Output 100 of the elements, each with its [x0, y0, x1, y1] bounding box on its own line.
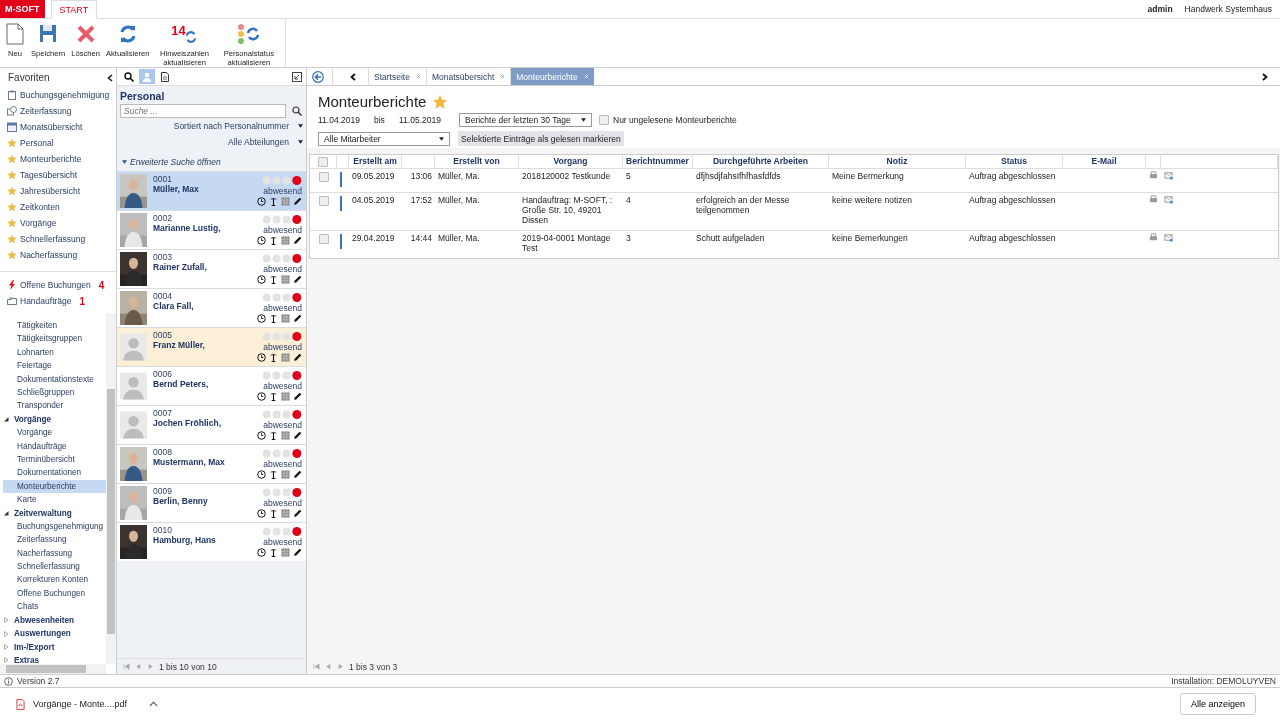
- mark-read-button[interactable]: Selektierte Einträge als gelesen markieren: [458, 131, 624, 146]
- scrollbar[interactable]: [0, 664, 106, 674]
- row-checkbox[interactable]: [318, 234, 329, 244]
- column-header[interactable]: Status: [966, 155, 1063, 168]
- scroll-left-icon[interactable]: [350, 72, 356, 81]
- sidebar-link[interactable]: Handaufträge: [20, 296, 72, 306]
- favorite-link[interactable]: Nacherfassung: [20, 250, 78, 260]
- tree-item[interactable]: Terminübersicht: [3, 452, 106, 467]
- download-item[interactable]: Vorgänge - Monte....pdf: [10, 693, 134, 715]
- department-dropdown[interactable]: Alle Abteilungen: [228, 137, 289, 147]
- calendar-icon[interactable]: [281, 236, 290, 245]
- tree-item[interactable]: Lohnarten: [3, 345, 106, 360]
- pencil-icon[interactable]: [293, 548, 302, 557]
- tree-item[interactable]: Tätigkeitsgruppen: [3, 332, 106, 346]
- personnel-card[interactable]: 0009 Berlin, Benny abwesend: [117, 483, 306, 522]
- scrollbar[interactable]: [106, 313, 116, 664]
- ribbon-tab[interactable]: START: [50, 0, 98, 19]
- checkbox[interactable]: [599, 114, 609, 125]
- pencil-icon[interactable]: [293, 509, 302, 518]
- tree-item[interactable]: Monteurberichte: [3, 479, 106, 494]
- date-to[interactable]: 11.05.2019: [399, 114, 459, 125]
- info-icon[interactable]: [4, 676, 13, 686]
- tree-item[interactable]: Karte: [3, 493, 106, 507]
- row-checkbox[interactable]: [318, 196, 329, 206]
- tree-item[interactable]: Offene Buchungen: [3, 586, 106, 601]
- caret-up-icon[interactable]: [149, 701, 159, 707]
- personnel-card[interactable]: 0005 Franz Müller, abwesend: [117, 327, 306, 366]
- tree-item[interactable]: Nacherfassung: [3, 546, 106, 561]
- checkbox-label[interactable]: Nur ungelesene Monteurberichte: [613, 114, 737, 125]
- column-header[interactable]: Durchgeführte Arbeiten: [693, 155, 829, 168]
- personnel-card[interactable]: 0010 Hamburg, Hans abwesend: [117, 522, 306, 561]
- advanced-search-link[interactable]: Erweiterte Suche öffnen: [130, 157, 221, 167]
- sort-dropdown[interactable]: Sortiert nach Personalnummer: [173, 121, 289, 131]
- column-header[interactable]: Erstellt am: [349, 155, 402, 168]
- personnel-card[interactable]: 0007 Jochen Fröhlich, abwesend: [117, 405, 306, 444]
- tree-item[interactable]: Zeiterfassung: [3, 533, 106, 547]
- tree-group[interactable]: Vorgänge: [14, 414, 52, 424]
- column-header[interactable]: Notiz: [829, 155, 966, 168]
- dropdown-icon[interactable]: [298, 124, 303, 128]
- tree-item[interactable]: Korrekturen Konten: [3, 573, 106, 587]
- tree-item[interactable]: Dokumentationen: [3, 466, 106, 480]
- dropdown-icon[interactable]: [439, 136, 444, 141]
- tree-group[interactable]: Zeitverwaltung: [14, 508, 72, 518]
- favorite-link[interactable]: Zeiterfassung: [20, 106, 72, 116]
- tree-item[interactable]: Buchungsgenehmigung: [3, 519, 106, 534]
- tree-item[interactable]: Schnellerfassung: [3, 560, 106, 574]
- pencil-icon[interactable]: [293, 197, 302, 206]
- personnel-card[interactable]: 0001 Müller, Max abwesend: [117, 171, 306, 210]
- tree-group[interactable]: Im-/Export: [14, 642, 55, 652]
- search-icon[interactable]: [292, 106, 302, 116]
- favorite-link[interactable]: Vorgänge: [20, 218, 57, 228]
- row-checkbox[interactable]: [318, 172, 329, 182]
- tree-item[interactable]: Handaufträge: [3, 439, 106, 453]
- calendar-icon[interactable]: [281, 431, 290, 440]
- user-name[interactable]: admin: [1147, 4, 1173, 14]
- column-header[interactable]: Berichtnummer: [623, 155, 693, 168]
- favorite-link[interactable]: Monteurberichte: [20, 154, 82, 164]
- pencil-icon[interactable]: [293, 431, 302, 440]
- tree-item[interactable]: Transponder: [3, 399, 106, 413]
- tree-group[interactable]: Abwesenheiten: [14, 615, 75, 625]
- popout-icon[interactable]: [292, 71, 302, 82]
- favorite-link[interactable]: Schnellerfassung: [20, 234, 86, 244]
- calendar-icon[interactable]: [281, 470, 290, 479]
- favorite-link[interactable]: Tagesübersicht: [20, 170, 78, 180]
- column-header[interactable]: E-Mail: [1063, 155, 1146, 168]
- print-icon[interactable]: [1149, 171, 1158, 180]
- collapse-icon[interactable]: [107, 73, 113, 82]
- search-field[interactable]: Suche ...: [120, 104, 286, 118]
- dropdown-icon[interactable]: [581, 117, 586, 122]
- column-header[interactable]: Erstellt von: [435, 155, 519, 168]
- calendar-icon[interactable]: [281, 392, 290, 401]
- mail-icon[interactable]: [1164, 195, 1173, 204]
- sidebar-link[interactable]: Offene Buchungen: [20, 280, 91, 290]
- employee-dropdown[interactable]: Alle Mitarbeiter: [318, 131, 450, 146]
- document-tab[interactable]: Startseite: [368, 68, 426, 85]
- favorite-link[interactable]: Monatsübersicht: [20, 122, 83, 132]
- mail-icon[interactable]: [1164, 233, 1173, 242]
- expand-icon[interactable]: [122, 160, 127, 164]
- print-icon[interactable]: [1149, 233, 1158, 242]
- show-all-button[interactable]: Alle anzeigen: [1179, 693, 1256, 715]
- tree-group[interactable]: Auswertungen: [14, 629, 71, 639]
- tree-item[interactable]: Tätigkeiten: [3, 319, 106, 333]
- pencil-icon[interactable]: [293, 353, 302, 362]
- tree-item[interactable]: Dokumentationstexte: [3, 372, 106, 386]
- pencil-icon[interactable]: [293, 314, 302, 323]
- view-tab[interactable]: [121, 69, 137, 84]
- expanded-icon[interactable]: [3, 510, 9, 517]
- expanded-icon[interactable]: [3, 416, 9, 423]
- close-icon[interactable]: [500, 74, 506, 79]
- tree-item[interactable]: Schließgruppen: [3, 385, 106, 400]
- range-dropdown[interactable]: Berichte der letzten 30 Tage: [459, 112, 592, 127]
- pencil-icon[interactable]: [293, 275, 302, 284]
- calendar-icon[interactable]: [281, 275, 290, 284]
- pencil-icon[interactable]: [293, 392, 302, 401]
- print-icon[interactable]: [1149, 195, 1158, 204]
- tree-item[interactable]: Vorgänge: [3, 426, 106, 440]
- favorite-link[interactable]: Buchungsgenehmigung: [20, 90, 110, 100]
- pencil-icon[interactable]: [293, 470, 302, 479]
- select-all-checkbox[interactable]: [318, 156, 328, 167]
- personnel-card[interactable]: 0006 Bernd Peters, abwesend: [117, 366, 306, 405]
